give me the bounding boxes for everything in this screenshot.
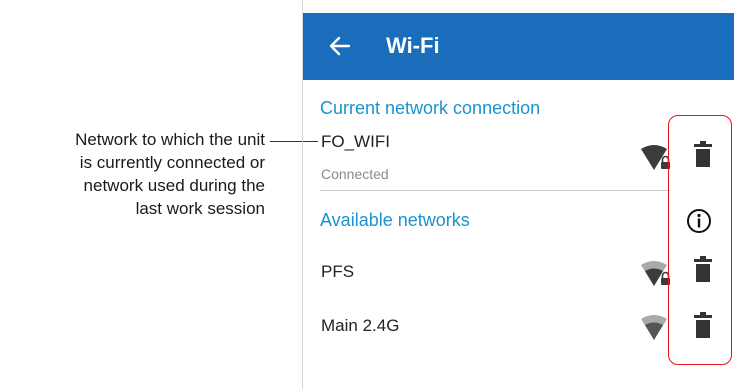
callout-line: network used during the [83,176,265,195]
callout-line: last work session [135,199,265,218]
arrow-left-icon[interactable] [329,33,351,59]
current-network-name[interactable]: FO_WIFI [321,131,390,153]
page-title: Wi-Fi [386,33,440,58]
callout-text: Network to which the unit is currently c… [0,128,265,220]
callout-leader-line [270,141,318,142]
available-networks-header: Available networks [320,210,470,230]
current-network-header: Current network connection [320,98,541,118]
callout-line: is currently connected or [79,153,265,172]
app-bar: Wi-Fi [303,13,734,80]
network-item-name[interactable]: PFS [321,261,354,283]
callout-line: Network to which the unit [75,130,265,149]
network-item-name[interactable]: Main 2.4G [321,315,399,337]
section-divider [320,190,670,191]
highlight-box [668,115,732,365]
current-network-status: Connected [321,166,389,182]
